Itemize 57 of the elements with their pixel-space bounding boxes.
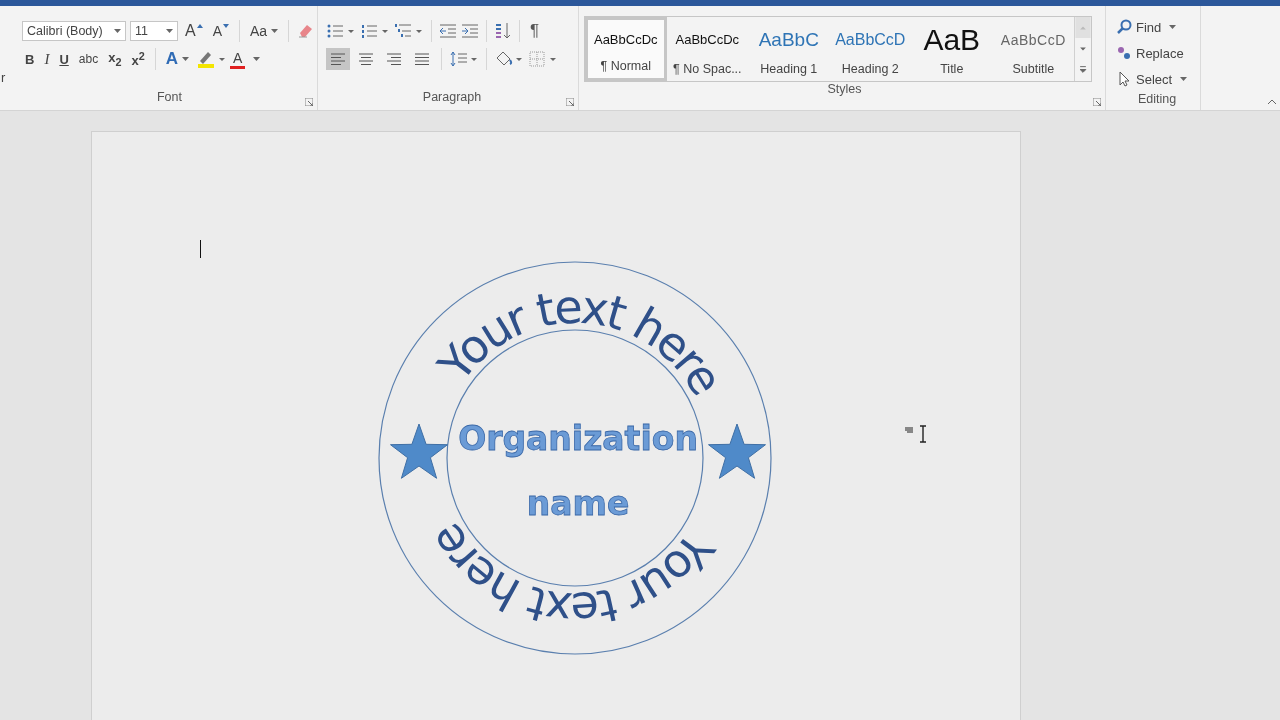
style-item[interactable]: AaBbCcDc ¶ Normal — [585, 17, 667, 81]
format-button[interactable]: x$^{2}$ — [128, 48, 148, 70]
font-color-button[interactable]: A — [229, 49, 246, 69]
multilevel-list-icon[interactable] — [394, 22, 424, 40]
change-case-button[interactable]: Aa — [247, 20, 282, 42]
organization-name: Organization — [458, 419, 698, 458]
star-icon — [390, 423, 448, 479]
style-item[interactable]: AaBbCcDc ¶ No Spac... — [666, 17, 749, 81]
dialog-launcher-icon[interactable] — [305, 98, 313, 106]
format-button[interactable]: x$_{2}$ — [105, 48, 125, 70]
search-icon — [1116, 19, 1132, 35]
caret-icon — [223, 24, 229, 28]
sort-icon[interactable] — [494, 22, 512, 40]
numbered-list-icon[interactable] — [360, 22, 390, 40]
caret-icon — [271, 29, 279, 33]
text-effects-button[interactable]: A — [162, 48, 192, 70]
style-item[interactable]: AaB Title — [911, 17, 993, 81]
format-button[interactable]: I — [41, 48, 53, 70]
format-button[interactable]: abc — [75, 48, 102, 70]
grow-font-button[interactable]: A — [182, 20, 206, 42]
group-label: Font — [157, 90, 182, 104]
shrink-font-button[interactable]: A — [209, 20, 232, 42]
caret-icon — [181, 57, 189, 61]
group-label: Styles — [827, 82, 862, 96]
style-item[interactable]: AaBbCcD Subtitle — [992, 17, 1075, 81]
show-formatting-button[interactable]: ¶ — [527, 20, 543, 42]
format-button[interactable]: U — [56, 48, 72, 70]
group-label: Paragraph — [422, 90, 482, 104]
editing-button[interactable]: Select — [1114, 66, 1200, 92]
editing-button[interactable]: Find — [1114, 14, 1200, 40]
highlighter-icon[interactable] — [195, 50, 226, 68]
shading-icon[interactable] — [494, 50, 524, 68]
replace-icon — [1116, 45, 1132, 61]
font-name-combobox[interactable]: Calibri (Body) — [22, 21, 126, 41]
pointer-icon — [1116, 71, 1132, 87]
font-size-combobox[interactable]: 11 — [130, 21, 178, 41]
caret-icon[interactable] — [166, 29, 173, 33]
cut-off-label: r — [1, 70, 6, 85]
style-item[interactable]: AaBbCcD Heading 2 — [829, 17, 912, 81]
organization-name: name — [526, 484, 630, 523]
caret-icon — [1169, 25, 1177, 29]
star-icon — [708, 423, 766, 479]
caret-icon — [196, 24, 203, 28]
bullet-list-icon[interactable] — [326, 22, 356, 40]
group-label: Editing — [1137, 92, 1177, 106]
caret-icon[interactable] — [114, 29, 121, 33]
format-button[interactable]: B — [22, 48, 38, 70]
caret-icon[interactable] — [253, 57, 261, 61]
line-spacing-icon[interactable] — [449, 50, 479, 68]
align-icon[interactable] — [326, 48, 350, 70]
dialog-launcher-icon[interactable] — [566, 98, 574, 106]
editing-button[interactable]: Replace — [1114, 40, 1200, 66]
collapse-ribbon-icon[interactable] — [1268, 99, 1276, 104]
caret-icon — [1180, 77, 1188, 81]
text-cursor — [200, 240, 201, 258]
style-item[interactable]: AaBbC Heading 1 — [748, 17, 830, 81]
dialog-launcher-icon[interactable] — [1093, 98, 1101, 106]
